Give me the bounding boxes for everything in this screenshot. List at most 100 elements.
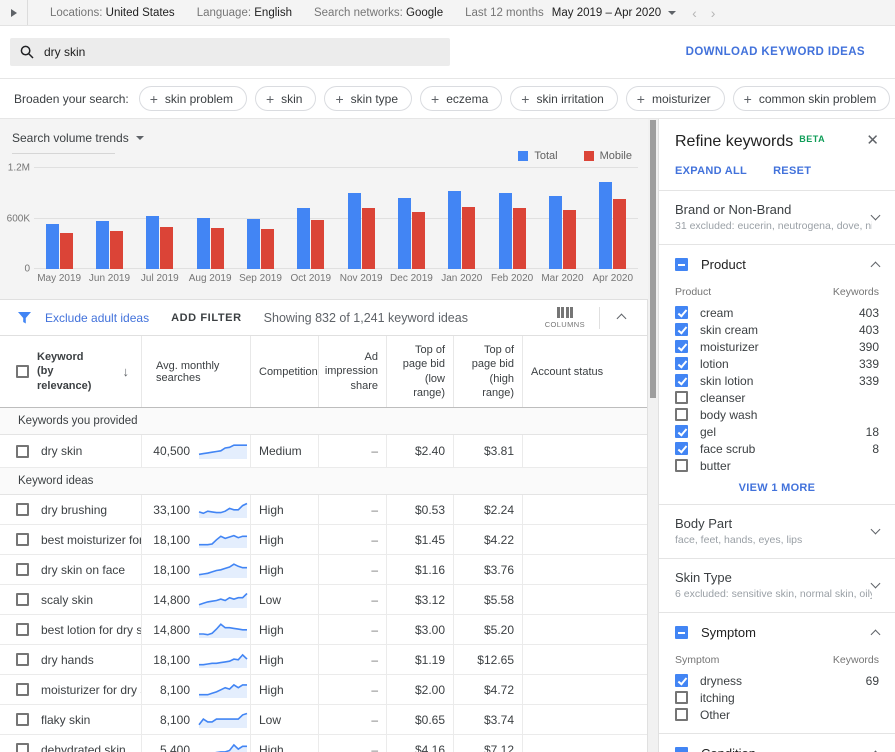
trends-dropdown[interactable]: Search volume trends [0, 119, 150, 145]
item-checkbox[interactable] [675, 374, 688, 387]
refine-group-symptom[interactable]: Symptom [675, 613, 879, 642]
bar-total [599, 182, 612, 269]
item-checkbox[interactable] [675, 306, 688, 319]
item-checkbox[interactable] [675, 708, 688, 721]
trend-sparkline [198, 442, 248, 460]
table-row: best moisturizer for dry ...18,100High–$… [0, 525, 647, 555]
item-checkbox[interactable] [675, 425, 688, 438]
ad-share-value: – [371, 623, 378, 637]
column-header-ad-share[interactable]: Ad impression share [319, 336, 387, 407]
chart-bars [34, 168, 638, 269]
x-axis-label: Dec 2019 [386, 273, 436, 284]
row-checkbox[interactable] [16, 653, 29, 666]
broaden-chip-skin-irritation[interactable]: +skin irritation [510, 86, 618, 111]
next-period-button[interactable]: › [711, 5, 716, 21]
group-indeterminate-checkbox[interactable] [675, 258, 688, 271]
ad-share-cell: – [319, 735, 387, 752]
add-filter-button[interactable]: ADD FILTER [171, 312, 242, 324]
group-indeterminate-checkbox[interactable] [675, 747, 688, 752]
group-subtitle: 31 excluded: eucerin, neutrogena, dove, … [675, 220, 872, 232]
searches-cell: 18,100 [142, 555, 251, 584]
trend-sparkline [198, 501, 248, 519]
group-subtitle: face, feet, hands, eyes, lips [675, 534, 872, 546]
x-axis-label: Jun 2019 [84, 273, 134, 284]
column-header-searches[interactable]: Avg. monthly searches [142, 336, 251, 407]
item-checkbox[interactable] [675, 442, 688, 455]
item-checkbox[interactable] [675, 691, 688, 704]
setting-language[interactable]: Language: English [197, 7, 292, 19]
row-checkbox[interactable] [16, 593, 29, 606]
row-checkbox[interactable] [16, 623, 29, 636]
table-section-ideas: Keyword ideas [0, 468, 647, 495]
refine-group-brand-or-non-brand[interactable]: Brand or Non-Brand31 excluded: eucerin, … [675, 191, 879, 234]
keyword-text: best moisturizer for dry ... [41, 533, 142, 547]
column-header-keyword[interactable]: Keyword (by relevance) ↓ [0, 336, 142, 407]
group-subtitle: 6 excluded: sensitive skin, normal skin,… [675, 588, 872, 600]
row-checkbox[interactable] [16, 563, 29, 576]
group-indeterminate-checkbox[interactable] [675, 626, 688, 639]
scrollbar-thumb[interactable] [650, 120, 656, 398]
broaden-chip-eczema[interactable]: +eczema [420, 86, 502, 111]
ad-share-value: – [371, 503, 378, 517]
close-icon[interactable]: ✕ [866, 133, 879, 148]
row-checkbox[interactable] [16, 683, 29, 696]
setting-networks[interactable]: Search networks: Google [314, 7, 443, 19]
setting-locations[interactable]: Locations: United States [50, 7, 175, 19]
column-header-bid-high[interactable]: Top of page bid (high range) [454, 336, 523, 407]
item-checkbox[interactable] [675, 323, 688, 336]
bar-total [146, 216, 159, 269]
item-checkbox[interactable] [675, 674, 688, 687]
ad-share-cell: – [319, 525, 387, 554]
expand-nav-button[interactable] [0, 0, 28, 25]
column-header-competition[interactable]: Competition [251, 336, 319, 407]
refine-group-condition[interactable]: Condition [675, 734, 879, 752]
broaden-chip-skin[interactable]: +skin [255, 86, 317, 111]
group-title: Condition [701, 746, 859, 752]
plus-icon: + [521, 92, 529, 106]
x-axis-label: Sep 2019 [235, 273, 285, 284]
keyword-cell: dry brushing [0, 495, 142, 524]
broaden-chip-common-skin-problem[interactable]: +common skin problem [733, 86, 891, 111]
row-checkbox[interactable] [16, 743, 29, 752]
prev-period-button[interactable]: ‹ [692, 5, 697, 21]
table-header: Keyword (by relevance) ↓ Avg. monthly se… [0, 336, 647, 408]
group-title: Body Part [675, 516, 872, 531]
exclude-adult-ideas-link[interactable]: Exclude adult ideas [45, 311, 149, 325]
select-all-checkbox[interactable] [16, 365, 29, 378]
refine-group-product[interactable]: Product [675, 245, 879, 274]
collapse-table-button[interactable] [600, 311, 635, 325]
chevron-down-icon [871, 211, 881, 221]
row-checkbox[interactable] [16, 713, 29, 726]
item-checkbox[interactable] [675, 459, 688, 472]
reset-link[interactable]: RESET [773, 165, 811, 177]
broaden-chip-moisturizer[interactable]: +moisturizer [626, 86, 725, 111]
expand-all-link[interactable]: EXPAND ALL [675, 165, 747, 177]
date-range-dropdown[interactable]: Last 12 months May 2019 – Apr 2020 [465, 7, 676, 19]
searches-cell: 8,100 [142, 705, 251, 734]
refine-group-skin-type[interactable]: Skin Type6 excluded: sensitive skin, nor… [675, 559, 879, 602]
keyword-search-input[interactable]: dry skin [10, 38, 450, 66]
item-checkbox[interactable] [675, 357, 688, 370]
column-header-account-status[interactable]: Account status [523, 336, 647, 407]
plus-icon: + [150, 92, 158, 106]
bid-high-cell: $2.24 [454, 495, 523, 524]
bar-mobile [160, 227, 173, 269]
columns-button[interactable]: COLUMNS [545, 307, 599, 329]
column-header-bid-low[interactable]: Top of page bid (low range) [387, 336, 454, 407]
broaden-chip-skin-problem[interactable]: +skin problem [139, 86, 247, 111]
refine-group-body-part[interactable]: Body Part face, feet, hands, eyes, lips [675, 505, 879, 548]
vertical-scrollbar[interactable] [648, 119, 658, 752]
broaden-chip-skin-type[interactable]: +skin type [324, 86, 412, 111]
row-checkbox[interactable] [16, 445, 29, 458]
searches-value: 18,100 [150, 563, 190, 577]
chevron-up-icon [617, 313, 627, 323]
item-checkbox[interactable] [675, 391, 688, 404]
row-checkbox[interactable] [16, 533, 29, 546]
sort-descending-icon[interactable]: ↓ [123, 364, 134, 379]
view-more-link[interactable]: VIEW 1 MORE [675, 482, 879, 494]
item-checkbox[interactable] [675, 408, 688, 421]
item-checkbox[interactable] [675, 340, 688, 353]
row-checkbox[interactable] [16, 503, 29, 516]
searches-cell: 8,100 [142, 675, 251, 704]
download-keyword-ideas-link[interactable]: DOWNLOAD KEYWORD IDEAS [686, 46, 865, 58]
